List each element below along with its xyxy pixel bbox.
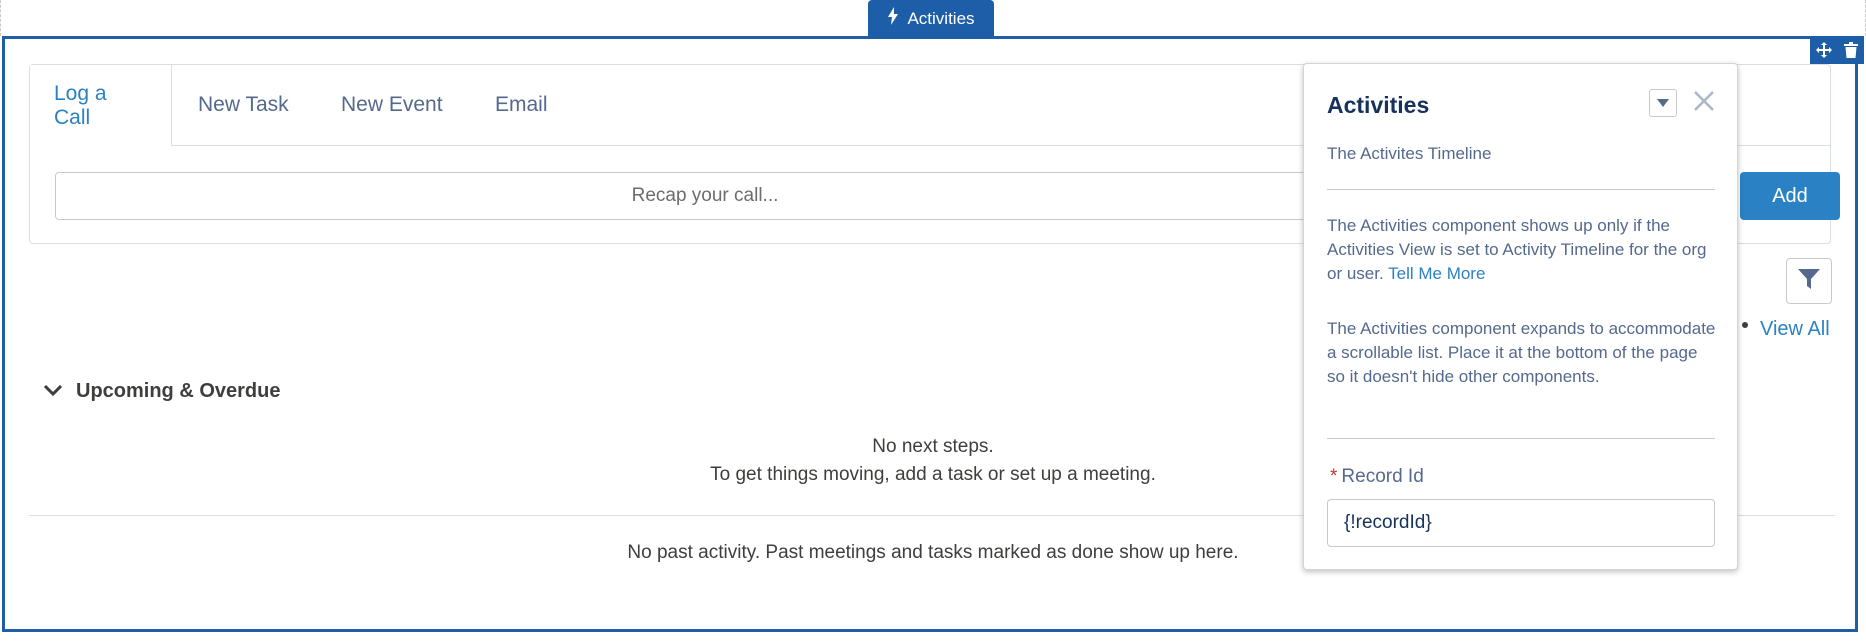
popover-separator xyxy=(1327,189,1715,190)
lightning-bolt-icon xyxy=(887,7,899,30)
component-label-tab[interactable]: Activities xyxy=(868,0,994,37)
tab-email[interactable]: Email xyxy=(495,65,548,145)
filter-icon xyxy=(1798,268,1820,294)
recap-placeholder: Recap your call... xyxy=(631,185,779,206)
record-id-input[interactable]: {!recordId} xyxy=(1327,499,1715,547)
builder-guide-left xyxy=(0,0,1,36)
view-all-link[interactable]: View All xyxy=(1760,318,1830,341)
add-button[interactable]: Add xyxy=(1740,172,1840,220)
popover-separator xyxy=(1327,438,1715,439)
tab-new-event[interactable]: New Event xyxy=(341,65,443,145)
popover-description: The Activities component shows up only i… xyxy=(1327,214,1717,286)
record-id-value: {!recordId} xyxy=(1344,512,1432,533)
recap-call-input[interactable]: Recap your call... xyxy=(55,172,1355,220)
popover-subtitle: The Activites Timeline xyxy=(1327,144,1492,163)
tab-new-task[interactable]: New Task xyxy=(198,65,289,145)
chevron-down-icon xyxy=(43,380,63,403)
popover-description-text: The Activities component shows up only i… xyxy=(1327,216,1707,283)
tell-me-more-link[interactable]: Tell Me More xyxy=(1388,264,1485,283)
required-mark: * xyxy=(1330,466,1338,487)
tab-label: New Event xyxy=(341,93,443,116)
close-icon xyxy=(1693,90,1715,117)
caret-down-icon xyxy=(1657,94,1669,112)
record-id-label: * Record Id xyxy=(1330,466,1424,488)
popover-dropdown-button[interactable] xyxy=(1649,89,1677,117)
popover-title: Activities xyxy=(1327,92,1430,118)
filter-button[interactable] xyxy=(1786,258,1832,304)
popover-description-2: The Activities component expands to acco… xyxy=(1327,319,1716,386)
tab-label: Log a Call xyxy=(54,81,107,129)
trash-icon[interactable] xyxy=(1842,41,1860,59)
add-button-label: Add xyxy=(1772,184,1808,207)
upcoming-section-header[interactable]: Upcoming & Overdue xyxy=(43,380,281,403)
popover-close-button[interactable] xyxy=(1689,88,1719,118)
component-info-popover: Activities The Activites Timeline The Ac… xyxy=(1303,63,1738,570)
component-toolbar xyxy=(1810,36,1864,64)
upcoming-section-title: Upcoming & Overdue xyxy=(76,380,281,402)
tab-label: New Task xyxy=(198,93,289,116)
move-icon[interactable] xyxy=(1815,41,1833,59)
component-label-text: Activities xyxy=(907,8,975,28)
tab-label: Email xyxy=(495,93,548,116)
tab-log-a-call[interactable]: Log a Call xyxy=(30,65,172,146)
bullet-separator xyxy=(1742,322,1748,328)
record-id-label-text: Record Id xyxy=(1341,466,1424,487)
